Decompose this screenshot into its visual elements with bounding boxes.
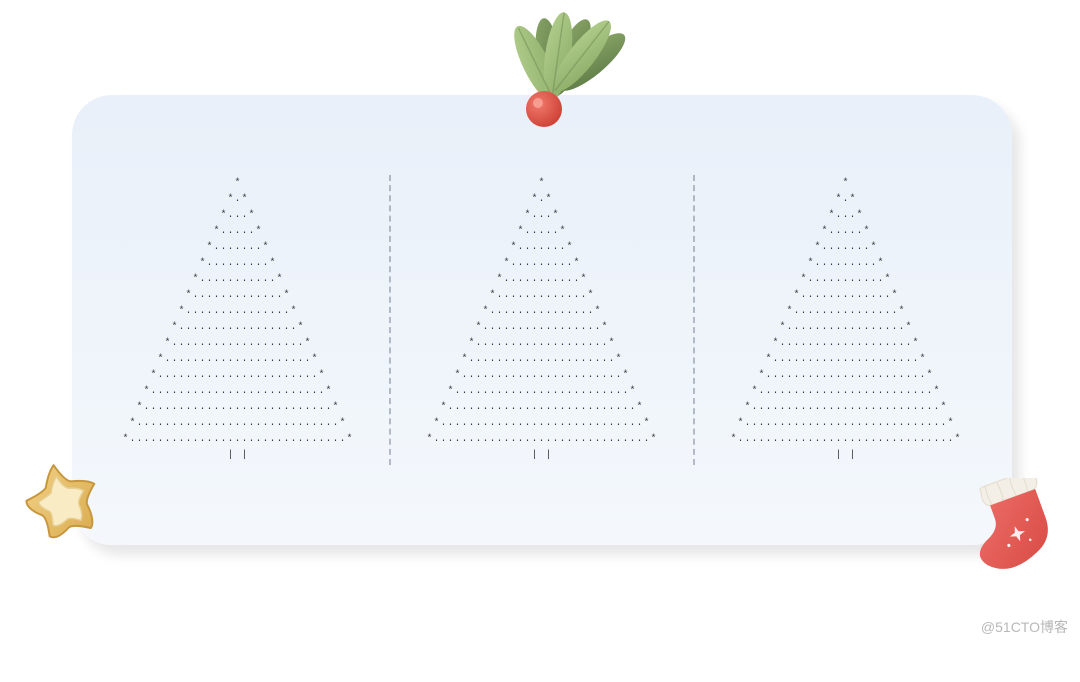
trees-row: * *.* *...* *.....* *.......* *.........…	[87, 175, 997, 465]
ascii-tree-3: * *.* *...* *.....* *.......* *.........…	[730, 176, 961, 464]
holly-leaves-icon	[492, 6, 632, 136]
ascii-tree-2: * *.* *...* *.....* *.......* *.........…	[426, 176, 657, 464]
divider-1	[389, 175, 391, 465]
divider-2	[693, 175, 695, 465]
ascii-tree-1: * *.* *...* *.....* *.......* *.........…	[122, 176, 353, 464]
watermark-text: @51CTO博客	[981, 617, 1068, 637]
ascii-tree-card: * *.* *...* *.....* *.......* *.........…	[72, 95, 1012, 545]
christmas-stocking-icon	[955, 478, 1065, 578]
star-cookie-icon	[18, 458, 108, 548]
